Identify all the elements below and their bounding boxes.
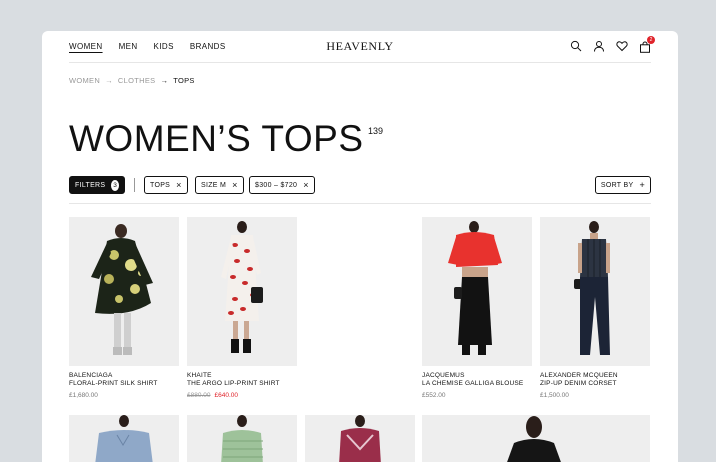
filters-count-badge: 3 xyxy=(111,179,119,191)
model-red-blouse-illustration xyxy=(448,221,502,355)
filter-chip-label: TOPS xyxy=(150,181,171,189)
top-nav: WOMEN MEN KIDS BRANDS HEAVENLY 2 xyxy=(69,31,655,63)
product-brand: BALENCIAGA xyxy=(69,372,113,379)
product-name: FLORAL-PRINT SILK SHIRT xyxy=(69,379,158,387)
heart-icon[interactable] xyxy=(616,40,628,52)
product-image[interactable] xyxy=(305,415,415,462)
main-nav-links: WOMEN MEN KIDS BRANDS xyxy=(69,42,226,51)
product-brand: ALEXANDER MCQUEEN xyxy=(540,372,618,379)
filter-chip-price[interactable]: $300 – $720 × xyxy=(249,176,315,194)
product-name: THE ARGO LIP-PRINT SHIRT xyxy=(187,379,280,387)
product-brand: KHAITE xyxy=(187,372,212,379)
model-blue-top-illustration xyxy=(95,415,153,462)
filter-chip-label: SIZE M xyxy=(201,181,227,189)
model-green-top-illustration xyxy=(221,415,263,462)
sort-by-label: SORT BY xyxy=(600,181,634,189)
filter-chip-tops[interactable]: TOPS × xyxy=(144,176,188,194)
browser-frame: WOMEN MEN KIDS BRANDS HEAVENLY 2 WOMEN →… xyxy=(42,31,678,462)
nav-icons: 2 xyxy=(570,36,655,53)
product-card[interactable] xyxy=(187,415,297,462)
original-price: £880.00 xyxy=(187,391,211,399)
nav-link-kids[interactable]: KIDS xyxy=(154,42,174,51)
close-icon[interactable]: × xyxy=(232,180,238,190)
breadcrumb: WOMEN → CLOTHES → TOPS xyxy=(69,76,195,85)
model-pink-top-illustration xyxy=(339,415,381,462)
product-image[interactable] xyxy=(187,217,297,366)
product-card[interactable]: JACQUEMUS LA CHEMISE GALLIGA BLOUSE £552… xyxy=(422,217,532,399)
close-icon[interactable]: × xyxy=(303,180,309,190)
product-image[interactable] xyxy=(69,415,179,462)
plus-icon: + xyxy=(639,179,645,190)
product-card[interactable]: ALEXANDER MCQUEEN ZIP-UP DENIM CORSET £1… xyxy=(540,217,650,399)
product-image[interactable] xyxy=(422,217,532,366)
breadcrumb-clothes[interactable]: CLOTHES xyxy=(118,76,156,85)
filters-button[interactable]: FILTERS 3 xyxy=(69,176,125,194)
product-name: ZIP-UP DENIM CORSET xyxy=(540,379,617,387)
product-brand: JACQUEMUS xyxy=(422,372,465,379)
site-logo[interactable]: HEAVENLY xyxy=(326,39,393,54)
product-price: £552.00 xyxy=(422,391,446,399)
product-price: £880.00 £640.00 xyxy=(187,392,297,399)
model-black-turtleneck-illustration xyxy=(507,416,561,462)
filter-chip-label: $300 – $720 xyxy=(255,181,298,189)
product-card[interactable] xyxy=(69,415,179,462)
product-image[interactable] xyxy=(422,415,650,462)
sort-by-button[interactable]: SORT BY + xyxy=(594,176,651,194)
close-icon[interactable]: × xyxy=(176,180,182,190)
cart-count-badge: 2 xyxy=(647,36,655,44)
breadcrumb-tops: TOPS xyxy=(173,76,195,85)
filter-bar: FILTERS 3 TOPS × SIZE M × $300 – $720 × … xyxy=(69,176,651,204)
product-card[interactable] xyxy=(305,415,415,462)
nav-link-women[interactable]: WOMEN xyxy=(69,42,103,51)
sale-price: £640.00 xyxy=(214,391,239,399)
nav-link-men[interactable]: MEN xyxy=(119,42,138,51)
filters-label: FILTERS xyxy=(75,181,106,189)
product-image[interactable] xyxy=(540,217,650,366)
nav-link-brands[interactable]: BRANDS xyxy=(190,42,226,51)
arrow-right-icon: → xyxy=(105,76,113,85)
product-image[interactable] xyxy=(69,217,179,366)
product-name: LA CHEMISE GALLIGA BLOUSE xyxy=(422,379,524,387)
product-card[interactable]: KHAITE THE ARGO LIP-PRINT SHIRT £880.00 £… xyxy=(187,217,297,399)
product-price: £1,500.00 xyxy=(540,391,569,399)
model-lip-print-dress-illustration xyxy=(221,221,263,353)
product-price: £1,680.00 xyxy=(69,391,98,399)
user-icon[interactable] xyxy=(593,40,605,52)
product-card[interactable]: BALENCIAGA FLORAL-PRINT SILK SHIRT £1,68… xyxy=(69,217,179,399)
product-count: 139 xyxy=(368,126,384,136)
product-image[interactable] xyxy=(187,415,297,462)
model-floral-dress-illustration xyxy=(91,224,153,355)
model-denim-corset-illustration xyxy=(574,221,610,355)
arrow-right-icon: → xyxy=(160,76,169,85)
search-icon[interactable] xyxy=(570,40,582,52)
bag-button[interactable]: 2 xyxy=(639,36,655,53)
page-title: WOMEN’S TOPS xyxy=(69,118,364,159)
breadcrumb-women[interactable]: WOMEN xyxy=(69,76,100,85)
filter-chip-size[interactable]: SIZE M × xyxy=(195,176,244,194)
divider xyxy=(134,178,135,192)
